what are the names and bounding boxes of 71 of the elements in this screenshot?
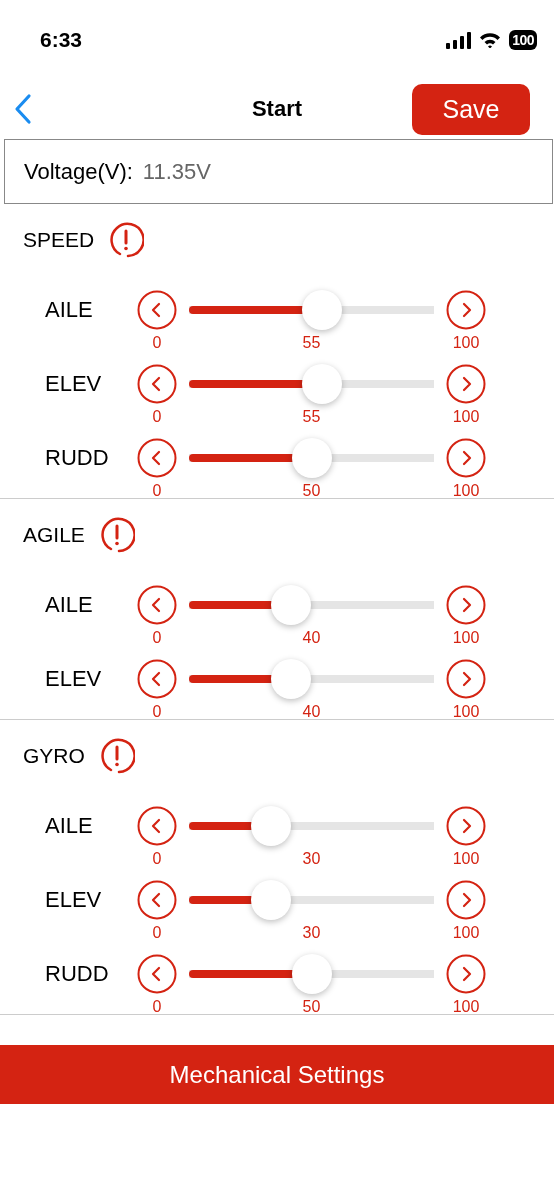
right-arrow-button[interactable]	[446, 585, 486, 625]
min-value: 0	[152, 481, 162, 501]
slider-label: RUDD	[45, 960, 110, 988]
min-value: 0	[152, 997, 162, 1017]
mechanical-settings-button[interactable]: Mechanical Settings	[0, 1045, 554, 1104]
slider-thumb[interactable]	[291, 954, 332, 994]
voltage-label: Voltage(V):	[24, 158, 133, 185]
left-arrow-button[interactable]	[137, 290, 177, 330]
min-value: 0	[152, 923, 162, 943]
current-value: 55	[302, 407, 321, 427]
right-arrow-button[interactable]	[446, 880, 486, 920]
right-arrow-button[interactable]	[446, 954, 486, 994]
current-value: 40	[302, 628, 321, 648]
voltage-value: 11.35V	[142, 158, 211, 185]
max-value: 100	[452, 333, 480, 353]
slider-label: AILE	[45, 296, 94, 324]
max-value: 100	[452, 628, 480, 648]
min-value: 0	[152, 702, 162, 722]
save-button[interactable]: Save	[412, 83, 530, 135]
section-title: GYRO	[23, 744, 85, 768]
section-title: SPEED	[23, 228, 95, 252]
max-value: 100	[452, 923, 480, 943]
left-arrow-button[interactable]	[137, 954, 177, 994]
current-value: 30	[302, 849, 321, 869]
max-value: 100	[452, 702, 480, 722]
warning-icon[interactable]	[98, 738, 135, 774]
warning-icon[interactable]	[98, 517, 135, 553]
min-value: 0	[152, 407, 162, 427]
right-arrow-button[interactable]	[446, 659, 486, 699]
right-arrow-button[interactable]	[446, 438, 486, 478]
current-value: 40	[302, 702, 321, 722]
slider-thumb[interactable]	[301, 364, 342, 404]
left-arrow-button[interactable]	[137, 438, 177, 478]
right-arrow-button[interactable]	[446, 806, 486, 846]
warning-icon[interactable]	[108, 222, 145, 258]
battery-level: 100	[509, 30, 537, 50]
max-value: 100	[452, 849, 480, 869]
slider-thumb[interactable]	[291, 438, 332, 478]
signal-icon	[446, 31, 472, 49]
max-value: 100	[452, 481, 480, 501]
slider-thumb[interactable]	[250, 806, 291, 846]
left-arrow-button[interactable]	[137, 364, 177, 404]
left-arrow-button[interactable]	[137, 806, 177, 846]
screen-title: Start	[251, 96, 303, 121]
slider-label: AILE	[45, 812, 94, 840]
max-value: 100	[452, 407, 480, 427]
section-title: AGILE	[23, 523, 85, 547]
current-value: 30	[302, 923, 321, 943]
min-value: 0	[152, 333, 162, 353]
slider-label: ELEV	[45, 370, 103, 398]
left-arrow-button[interactable]	[137, 880, 177, 920]
slider-label: AILE	[45, 591, 94, 619]
current-value: 55	[302, 333, 321, 353]
right-arrow-button[interactable]	[446, 290, 486, 330]
status-time: 6:33	[40, 28, 84, 52]
slider-thumb[interactable]	[301, 290, 342, 330]
left-arrow-button[interactable]	[137, 659, 177, 699]
current-value: 50	[302, 481, 321, 501]
slider-label: ELEV	[45, 665, 103, 693]
max-value: 100	[452, 997, 480, 1017]
right-arrow-button[interactable]	[446, 364, 486, 404]
left-arrow-button[interactable]	[137, 585, 177, 625]
slider-thumb[interactable]	[271, 659, 311, 699]
min-value: 0	[152, 849, 162, 869]
min-value: 0	[152, 628, 162, 648]
slider-label: RUDD	[45, 444, 110, 472]
slider-thumb[interactable]	[250, 880, 291, 920]
slider-thumb[interactable]	[271, 585, 311, 625]
slider-label: ELEV	[45, 886, 103, 914]
current-value: 50	[302, 997, 321, 1017]
wifi-icon	[479, 32, 502, 48]
